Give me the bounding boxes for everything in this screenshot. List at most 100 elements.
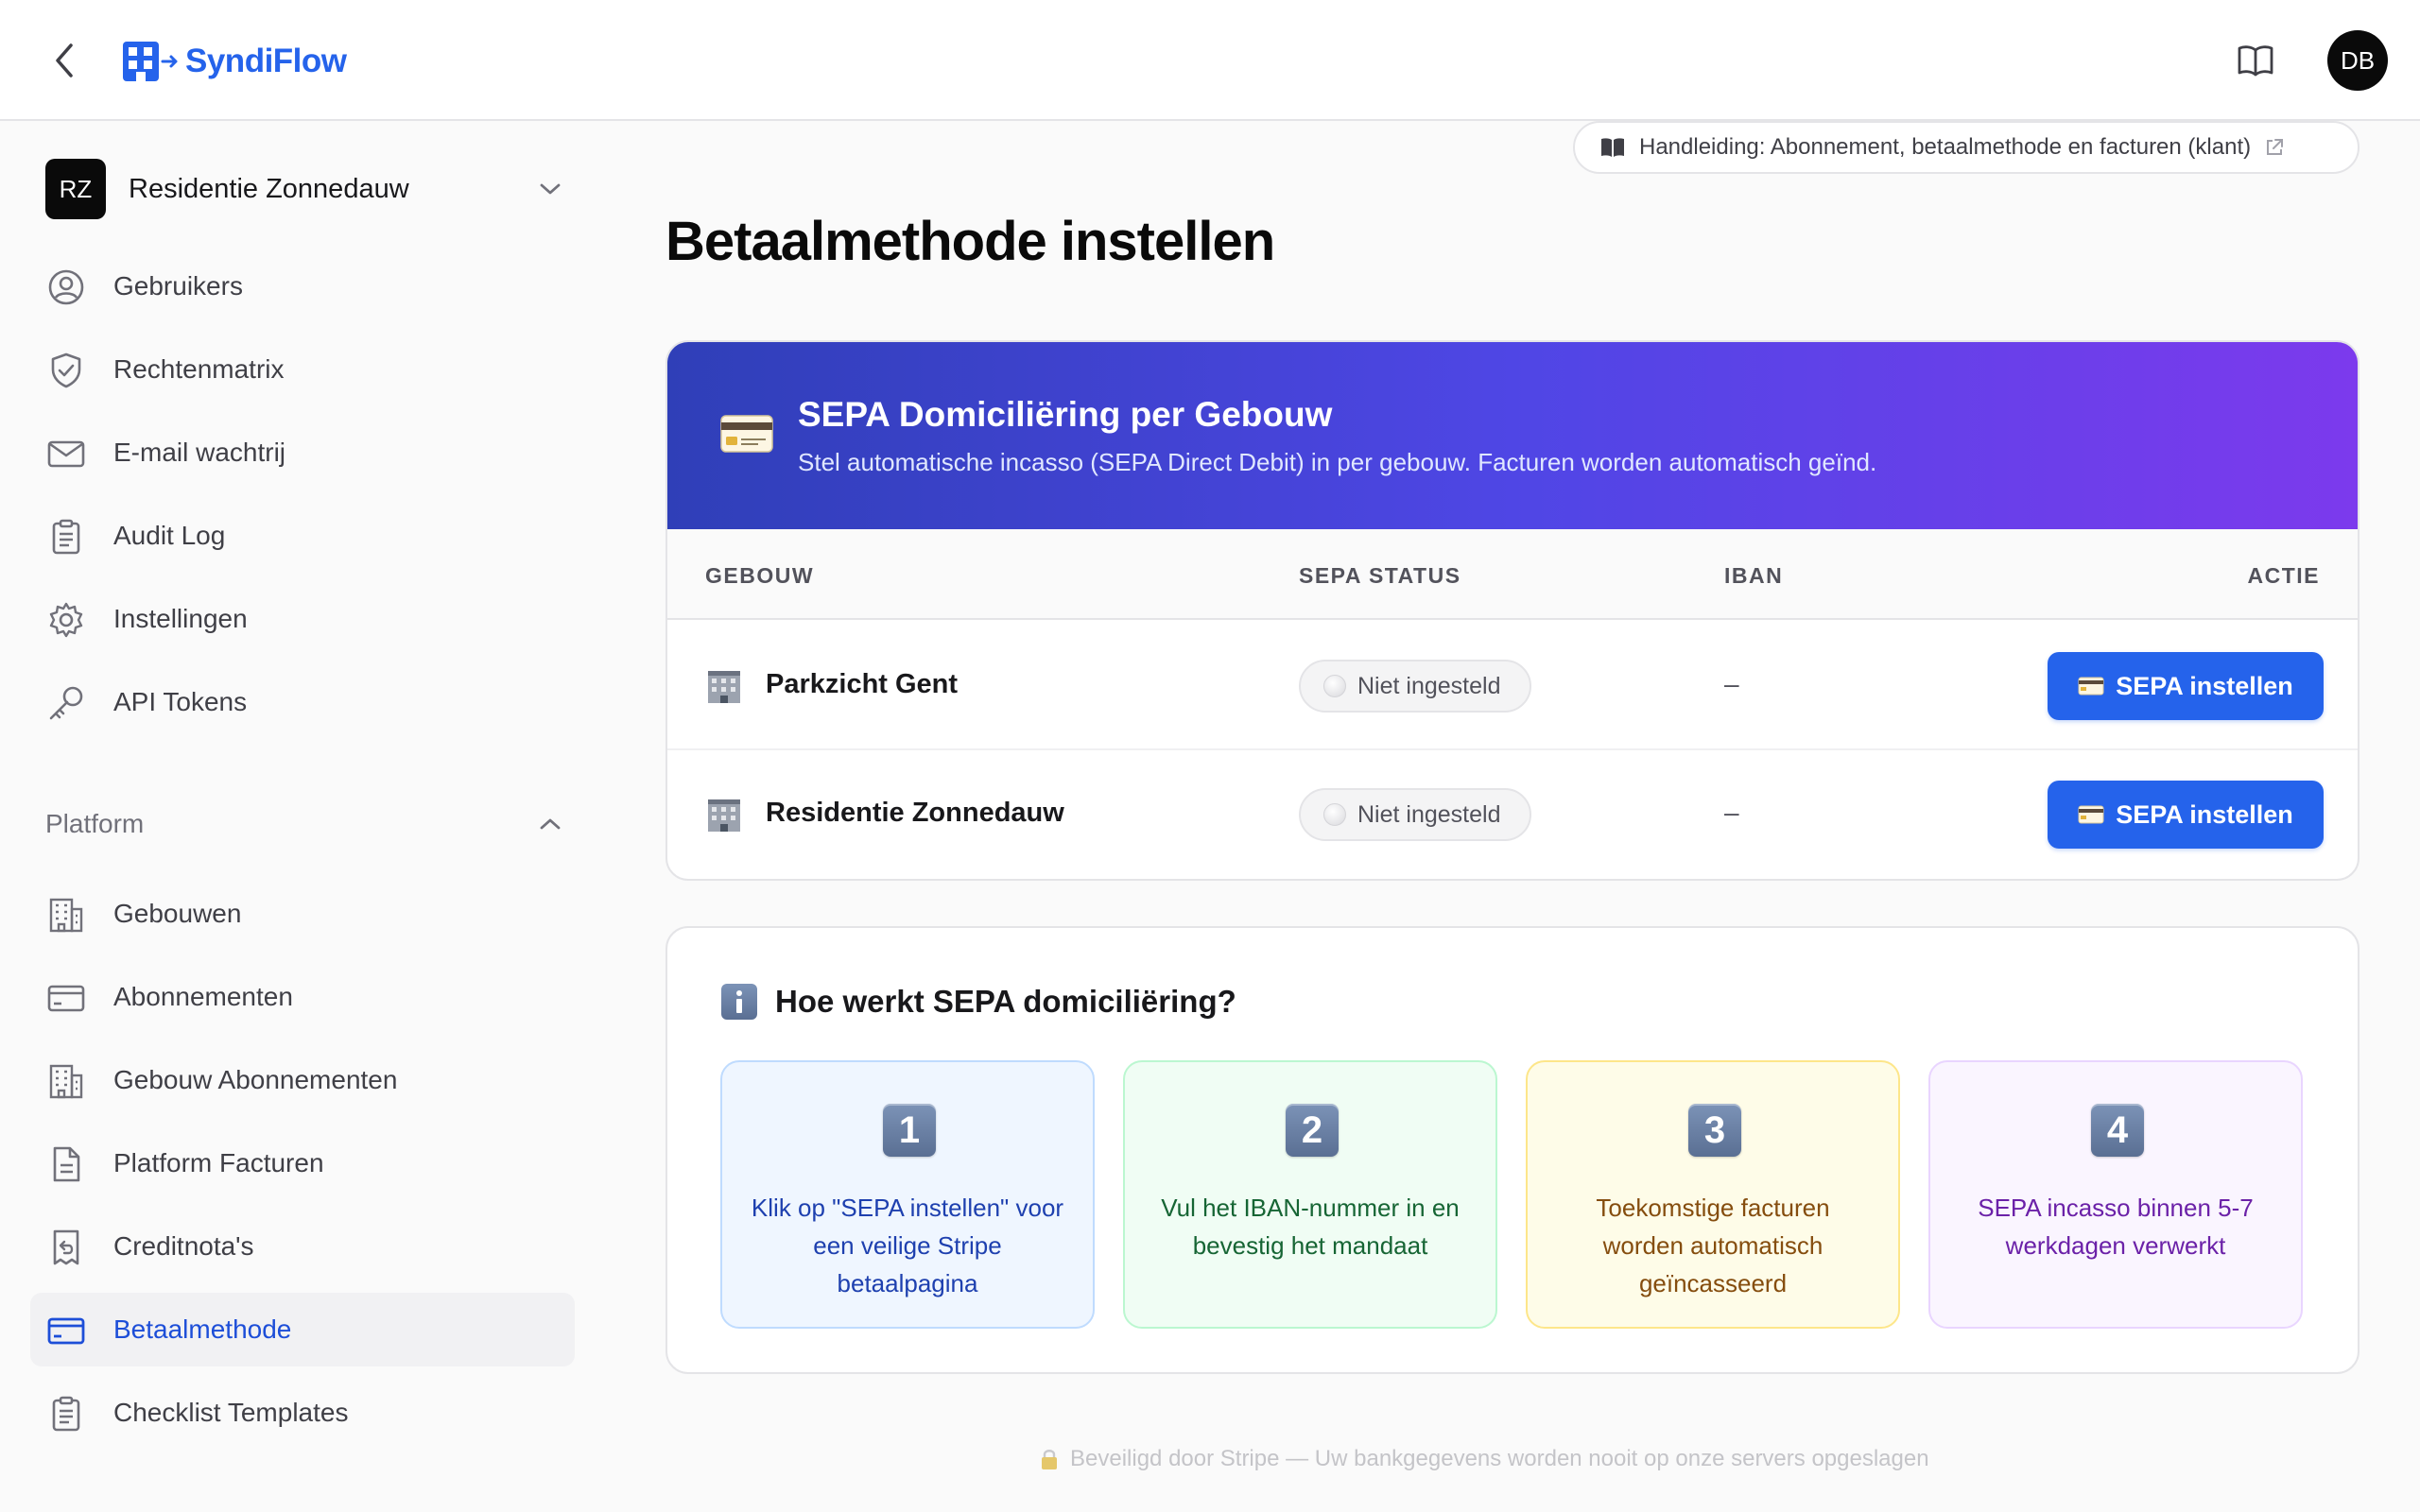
sepa-setup-button[interactable]: SEPA instellen xyxy=(2048,781,2324,849)
sidebar-item-api-tokens[interactable]: API Tokens xyxy=(30,665,575,739)
sidebar-item-label: Gebouwen xyxy=(113,899,242,928)
guide-link-label: Handleiding: Abonnement, betaalmethode e… xyxy=(1639,134,2252,160)
lock-icon xyxy=(1042,1450,1057,1469)
receipt-undo-icon xyxy=(47,1228,85,1266)
user-circle-icon xyxy=(47,268,85,306)
top-bar: SyndiFlow DB xyxy=(0,0,2420,121)
status-badge: Niet ingesteld xyxy=(1299,660,1531,713)
credit-card-emoji-icon xyxy=(2078,677,2104,696)
status-text: Niet ingesteld xyxy=(1357,800,1501,828)
white-circle-icon xyxy=(1323,803,1346,826)
sepa-card-subtitle: Stel automatische incasso (SEPA Direct D… xyxy=(798,448,1877,476)
file-text-icon xyxy=(47,1145,85,1183)
sidebar-item-checklist-templates[interactable]: Checklist Templates xyxy=(30,1376,575,1450)
mail-icon xyxy=(47,435,85,472)
sidebar-item-audit-log[interactable]: Audit Log xyxy=(30,499,575,573)
book-icon xyxy=(1601,138,1624,157)
sidebar-item-label: Instellingen xyxy=(113,604,248,633)
information-icon xyxy=(721,984,757,1020)
documentation-button[interactable] xyxy=(2233,42,2278,79)
info-card-title: Hoe werkt SEPA domiciliëring? xyxy=(775,984,1236,1019)
guide-link[interactable]: Handleiding: Abonnement, betaalmethode e… xyxy=(1573,121,2360,174)
security-note: Beveiligd door Stripe — Uw bankgegevens … xyxy=(1040,1446,1929,1472)
building-icon xyxy=(47,896,85,934)
credit-card-emoji-icon xyxy=(720,415,773,453)
back-button[interactable] xyxy=(45,38,83,83)
security-note-text: Beveiligd door Stripe — Uw bankgegevens … xyxy=(1070,1446,1929,1471)
step-card: 3 Toekomstige facturen worden automatisc… xyxy=(1526,1060,1900,1329)
logo[interactable]: SyndiFlow xyxy=(123,40,347,83)
step-text: Klik op "SEPA instellen" voor een veilig… xyxy=(751,1194,1064,1297)
sidebar-item-label: Platform Facturen xyxy=(113,1148,324,1177)
chevron-left-icon xyxy=(56,43,73,77)
sepa-setup-button[interactable]: SEPA instellen xyxy=(2048,652,2324,720)
section-header-platform[interactable]: Platform xyxy=(45,805,562,843)
info-card: Hoe werkt SEPA domiciliëring? 1 Klik op … xyxy=(666,926,2360,1374)
step-card: 2 Vul het IBAN-nummer in en bevestig het… xyxy=(1123,1060,1497,1329)
sepa-banner: SEPA Domiciliëring per Gebouw Stel autom… xyxy=(667,342,2358,529)
white-circle-icon xyxy=(1323,675,1346,697)
credit-card-icon xyxy=(47,979,85,1017)
sidebar-item-abonnementen[interactable]: Abonnementen xyxy=(30,960,575,1034)
info-card-header: Hoe werkt SEPA domiciliëring? xyxy=(720,983,1236,1021)
step-number: 3 xyxy=(1688,1104,1741,1157)
sepa-card: SEPA Domiciliëring per Gebouw Stel autom… xyxy=(666,340,2360,881)
sidebar-item-label: Abonnementen xyxy=(113,982,293,1011)
building-name: Residentie Zonnedauw xyxy=(766,798,1064,828)
sidebar-item-gebouwen[interactable]: Gebouwen xyxy=(30,877,575,951)
sidebar-item-gebruikers[interactable]: Gebruikers xyxy=(30,249,575,323)
org-name: Residentie Zonnedauw xyxy=(129,173,409,204)
column-header-gebouw: GEBOUW xyxy=(705,563,815,588)
sidebar-item-platform-facturen[interactable]: Platform Facturen xyxy=(30,1126,575,1200)
shield-check-icon xyxy=(47,352,85,389)
sidebar-item-label: E-mail wachtrij xyxy=(113,438,286,467)
sidebar-item-rechtenmatrix[interactable]: Rechtenmatrix xyxy=(30,333,575,406)
sidebar-item-label: Gebruikers xyxy=(113,271,243,301)
sidebar-item-betaalmethode[interactable]: Betaalmethode xyxy=(30,1293,575,1366)
sepa-setup-label: SEPA instellen xyxy=(2116,799,2293,829)
step-card: 4 SEPA incasso binnen 5-7 werkdagen verw… xyxy=(1928,1060,2303,1329)
office-building-icon xyxy=(708,671,740,703)
sidebar-item-instellingen[interactable]: Instellingen xyxy=(30,582,575,656)
office-building-icon xyxy=(708,799,740,832)
book-open-icon xyxy=(2238,45,2273,77)
user-avatar[interactable]: DB xyxy=(2327,30,2388,91)
logo-text: SyndiFlow xyxy=(185,43,347,79)
sidebar-item-label: Audit Log xyxy=(113,521,226,550)
step-text: Toekomstige facturen worden automatisch … xyxy=(1596,1194,1830,1297)
iban-value: – xyxy=(1724,798,1739,827)
sidebar-item-email-wachtrij[interactable]: E-mail wachtrij xyxy=(30,416,575,490)
step-text: SEPA incasso binnen 5-7 werkdagen verwer… xyxy=(1978,1194,2254,1260)
step-number: 1 xyxy=(883,1104,936,1157)
sidebar: RZ Residentie Zonnedauw Gebruikers Recht… xyxy=(0,123,605,1512)
iban-value: – xyxy=(1724,669,1739,698)
key-icon xyxy=(47,684,85,722)
clipboard-list-icon xyxy=(47,1395,85,1433)
status-badge: Niet ingesteld xyxy=(1299,788,1531,841)
status-text: Niet ingesteld xyxy=(1357,672,1501,699)
sidebar-item-label: Creditnota's xyxy=(113,1231,254,1261)
table-row: Residentie Zonnedauw Niet ingesteld – SE… xyxy=(667,750,2358,879)
table-header: GEBOUW SEPA STATUS IBAN ACTIE xyxy=(667,529,2358,620)
sidebar-item-label: Checklist Templates xyxy=(113,1398,349,1427)
sidebar-item-gebouw-abonnementen[interactable]: Gebouw Abonnementen xyxy=(30,1043,575,1117)
building-name: Parkzicht Gent xyxy=(766,669,959,699)
external-link-icon xyxy=(2267,139,2284,155)
sidebar-item-label: Gebouw Abonnementen xyxy=(113,1065,398,1094)
step-number: 2 xyxy=(1286,1104,1339,1157)
step-card: 1 Klik op "SEPA instellen" voor een veil… xyxy=(720,1060,1095,1329)
page-title: Betaalmethode instellen xyxy=(666,211,1275,272)
step-text: Vul het IBAN-nummer in en bevestig het m… xyxy=(1161,1194,1460,1260)
org-switcher[interactable]: RZ Residentie Zonnedauw xyxy=(45,159,562,219)
chevron-up-icon xyxy=(540,818,561,830)
clipboard-list-icon xyxy=(47,518,85,556)
credit-card-icon xyxy=(47,1312,85,1349)
column-header-sepa-status: SEPA STATUS xyxy=(1299,563,1461,588)
column-header-iban: IBAN xyxy=(1724,563,1784,588)
building-icon xyxy=(47,1062,85,1100)
step-number: 4 xyxy=(2091,1104,2144,1157)
org-badge: RZ xyxy=(45,159,106,219)
section-label: Platform xyxy=(45,809,145,838)
sepa-card-title: SEPA Domiciliëring per Gebouw xyxy=(798,395,1333,434)
sidebar-item-creditnotas[interactable]: Creditnota's xyxy=(30,1210,575,1283)
